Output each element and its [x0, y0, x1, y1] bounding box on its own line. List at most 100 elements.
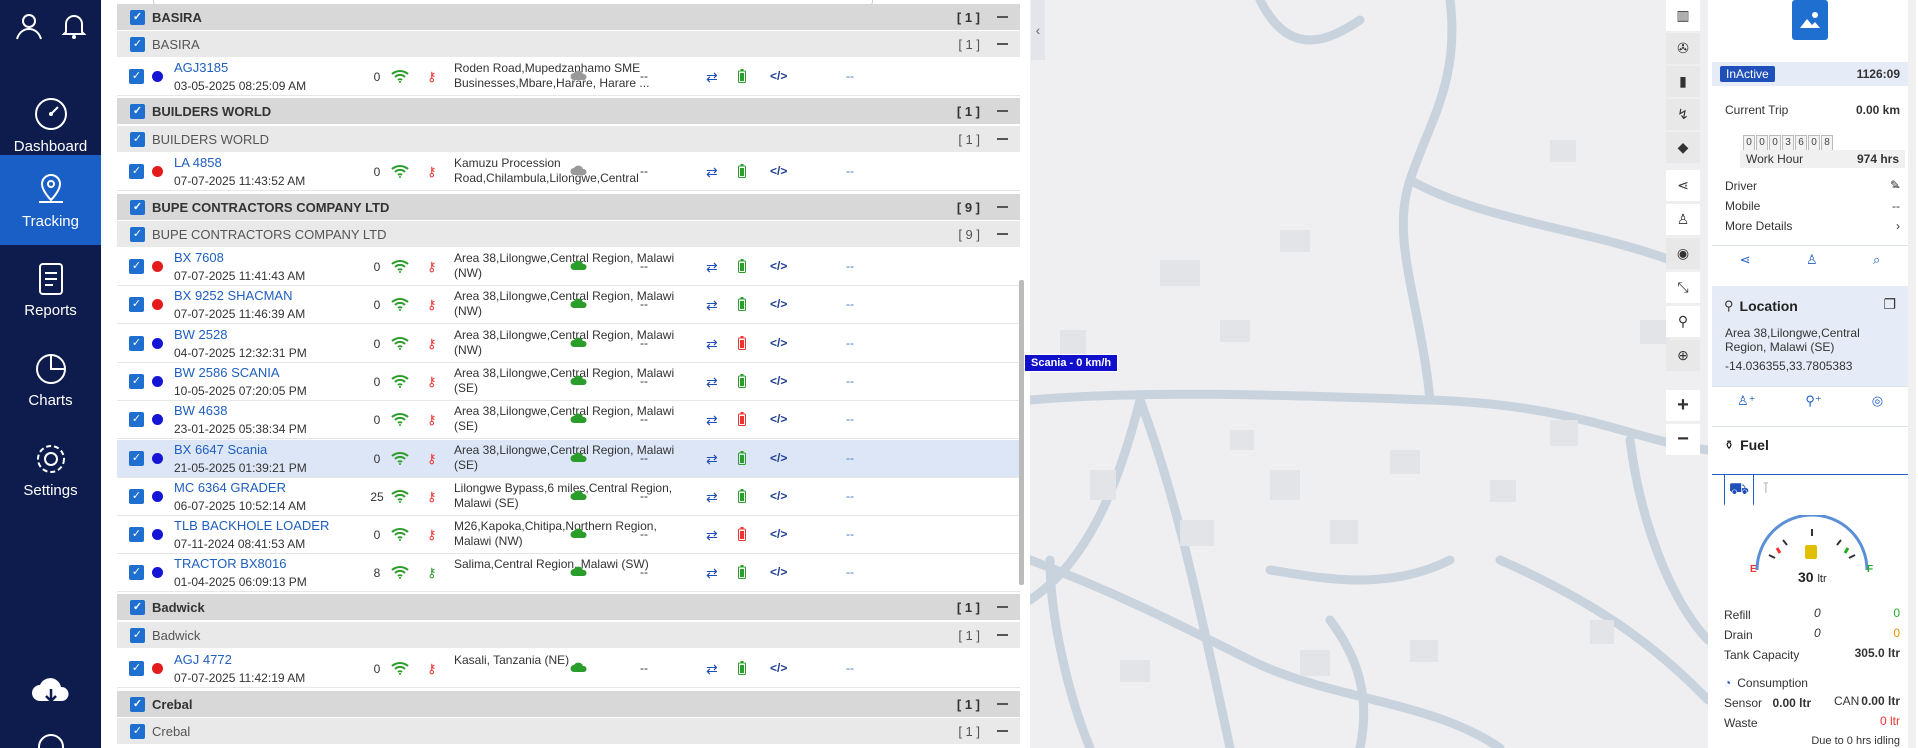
- collapse-icon[interactable]: [997, 110, 1008, 112]
- link-value[interactable]: --: [846, 451, 854, 465]
- share-icon[interactable]: ⋖: [1740, 252, 1751, 268]
- group-header[interactable]: ✓ BUPE CONTRACTORS COMPANY LTD [ 9 ]: [117, 194, 1020, 220]
- code-icon[interactable]: </>: [770, 527, 787, 541]
- swap-icon[interactable]: ⇄: [706, 259, 718, 276]
- vehicle-name[interactable]: AGJ 4772: [174, 652, 232, 667]
- vehicle-name[interactable]: MC 6364 GRADER: [174, 480, 286, 495]
- user-location-icon[interactable]: ♙: [1666, 204, 1700, 236]
- subgroup-header[interactable]: ✓ BUPE CONTRACTORS COMPANY LTD [ 9 ]: [117, 221, 1020, 247]
- vehicle-name[interactable]: BX 9252 SHACMAN: [174, 288, 293, 303]
- subgroup-header[interactable]: ✓ BUILDERS WORLD [ 1 ]: [117, 126, 1020, 152]
- edit-icon[interactable]: ✎: [1890, 178, 1900, 192]
- vehicle-checkbox[interactable]: ✓: [129, 527, 144, 542]
- vehicle-row[interactable]: ✓ BW 2586 SCANIA 10-05-2025 07:20:05 PM …: [117, 363, 1020, 401]
- vehicle-checkbox[interactable]: ✓: [129, 336, 144, 351]
- vehicle-checkbox[interactable]: ✓: [129, 374, 144, 389]
- code-icon[interactable]: </>: [770, 336, 787, 350]
- group-checkbox[interactable]: ✓: [130, 599, 145, 615]
- vehicle-row[interactable]: ✓ TLB BACKHOLE LOADER 07-11-2024 08:41:5…: [117, 516, 1020, 554]
- link-value[interactable]: --: [846, 661, 854, 675]
- zoom-out-button[interactable]: −: [1666, 424, 1700, 456]
- collapse-icon[interactable]: [997, 634, 1008, 636]
- swap-icon[interactable]: ⇄: [706, 164, 718, 181]
- map-pin-icon[interactable]: ⚲: [1666, 306, 1700, 338]
- collapse-panel-icon[interactable]: ‹: [1031, 0, 1045, 60]
- bell-icon[interactable]: [61, 12, 87, 45]
- share-icon[interactable]: ⋖: [1666, 170, 1700, 202]
- vehicle-checkbox[interactable]: ✓: [129, 451, 144, 466]
- sidebar-item-settings[interactable]: Settings: [0, 425, 101, 515]
- link-value[interactable]: --: [846, 164, 854, 178]
- subgroup-checkbox[interactable]: ✓: [130, 226, 145, 242]
- vehicle-row[interactable]: ✓ MC 6364 GRADER 06-07-2025 10:52:14 AM …: [117, 478, 1020, 516]
- swap-icon[interactable]: ⇄: [706, 661, 718, 678]
- wind-icon[interactable]: ✇: [1666, 33, 1700, 65]
- cloud-download-icon[interactable]: [30, 675, 72, 714]
- subgroup-header[interactable]: ✓ Crebal [ 1 ]: [117, 718, 1020, 744]
- vehicle-name[interactable]: TRACTOR BX8016: [174, 556, 286, 571]
- link-value[interactable]: --: [846, 69, 854, 83]
- vehicle-name[interactable]: BW 2528: [174, 327, 227, 342]
- code-icon[interactable]: </>: [770, 164, 787, 178]
- user-location-icon[interactable]: ♙: [1806, 252, 1818, 268]
- map-layers-icon[interactable]: ▥: [1666, 0, 1700, 32]
- vehicle-row[interactable]: ✓ BW 2528 04-07-2025 12:32:31 PM 0 ⚷ Are…: [117, 325, 1020, 363]
- user-icon[interactable]: [14, 11, 44, 46]
- subgroup-checkbox[interactable]: ✓: [130, 36, 145, 52]
- sidebar-item-tracking[interactable]: Tracking: [0, 155, 101, 245]
- link-value[interactable]: --: [846, 489, 854, 503]
- vehicle-name[interactable]: AGJ3185: [174, 60, 228, 75]
- code-icon[interactable]: </>: [770, 451, 787, 465]
- copy-icon[interactable]: ❐: [1883, 296, 1896, 313]
- group-checkbox[interactable]: ✓: [130, 199, 145, 215]
- vehicle-row[interactable]: ✓ TRACTOR BX8016 01-04-2025 06:09:13 PM …: [117, 554, 1020, 592]
- swap-icon[interactable]: ⇄: [706, 336, 718, 353]
- collapse-icon[interactable]: [997, 16, 1008, 18]
- list-scrollbar[interactable]: [1019, 280, 1024, 585]
- globe-pin-icon[interactable]: ◉: [1666, 238, 1700, 270]
- vehicle-row[interactable]: ✓ LA 4858 07-07-2025 11:43:52 AM 0 ⚷ Kam…: [117, 153, 1020, 191]
- swap-icon[interactable]: ⇄: [706, 489, 718, 506]
- group-header[interactable]: ✓ Badwick [ 1 ]: [117, 594, 1020, 620]
- collapse-icon[interactable]: [997, 606, 1008, 608]
- code-icon[interactable]: </>: [770, 259, 787, 273]
- layers-icon[interactable]: ◎: [1872, 393, 1883, 409]
- code-icon[interactable]: </>: [770, 565, 787, 579]
- fuel-tab-truck[interactable]: ⛟: [1724, 474, 1754, 506]
- map-vehicle-label[interactable]: Scania - 0 km/h: [1024, 354, 1119, 372]
- add-pin-icon[interactable]: ⚲⁺: [1805, 393, 1821, 409]
- vehicle-checkbox[interactable]: ✓: [129, 69, 144, 84]
- group-header[interactable]: ✓ Crebal [ 1 ]: [117, 691, 1020, 717]
- subgroup-header[interactable]: ✓ BASIRA [ 1 ]: [117, 31, 1020, 57]
- collapse-icon[interactable]: [997, 233, 1008, 235]
- subgroup-checkbox[interactable]: ✓: [130, 131, 145, 147]
- vehicle-checkbox[interactable]: ✓: [129, 661, 144, 676]
- collapse-icon[interactable]: [997, 730, 1008, 732]
- zoom-in-button[interactable]: +: [1666, 390, 1700, 422]
- vehicle-checkbox[interactable]: ✓: [129, 565, 144, 580]
- traffic-light-icon[interactable]: ▮: [1666, 66, 1700, 98]
- sidebar-item-charts[interactable]: Charts: [0, 335, 101, 425]
- locate-icon[interactable]: ⊕: [1666, 340, 1700, 372]
- vehicle-checkbox[interactable]: ✓: [129, 412, 144, 427]
- code-icon[interactable]: </>: [770, 297, 787, 311]
- vehicle-name[interactable]: BX 6647 Scania: [174, 442, 267, 457]
- vehicle-row[interactable]: ✓ AGJ 4772 07-07-2025 11:42:19 AM 0 ⚷ Ka…: [117, 650, 1020, 688]
- collapse-icon[interactable]: [997, 138, 1008, 140]
- swap-icon[interactable]: ⇄: [706, 451, 718, 468]
- vehicle-row[interactable]: ✓ BX 7608 07-07-2025 11:41:43 AM 0 ⚷ Are…: [117, 248, 1020, 286]
- subgroup-header[interactable]: ✓ Badwick [ 1 ]: [117, 622, 1020, 648]
- link-value[interactable]: --: [846, 259, 854, 273]
- panel-scrollbar[interactable]: [1908, 0, 1916, 748]
- collapse-icon[interactable]: [997, 206, 1008, 208]
- group-checkbox[interactable]: ✓: [130, 103, 145, 119]
- link-value[interactable]: --: [846, 527, 854, 541]
- vehicle-row[interactable]: ✓ BX 9252 SHACMAN 07-07-2025 11:46:39 AM…: [117, 286, 1020, 324]
- swap-icon[interactable]: ⇄: [706, 69, 718, 86]
- vehicle-checkbox[interactable]: ✓: [129, 164, 144, 179]
- map-area[interactable]: [1030, 0, 1708, 748]
- swap-icon[interactable]: ⇄: [706, 565, 718, 582]
- power-icon[interactable]: [38, 734, 64, 748]
- code-icon[interactable]: </>: [770, 661, 787, 675]
- vehicle-row[interactable]: ✓ AGJ3185 03-05-2025 08:25:09 AM 0 ⚷ Rod…: [117, 58, 1020, 96]
